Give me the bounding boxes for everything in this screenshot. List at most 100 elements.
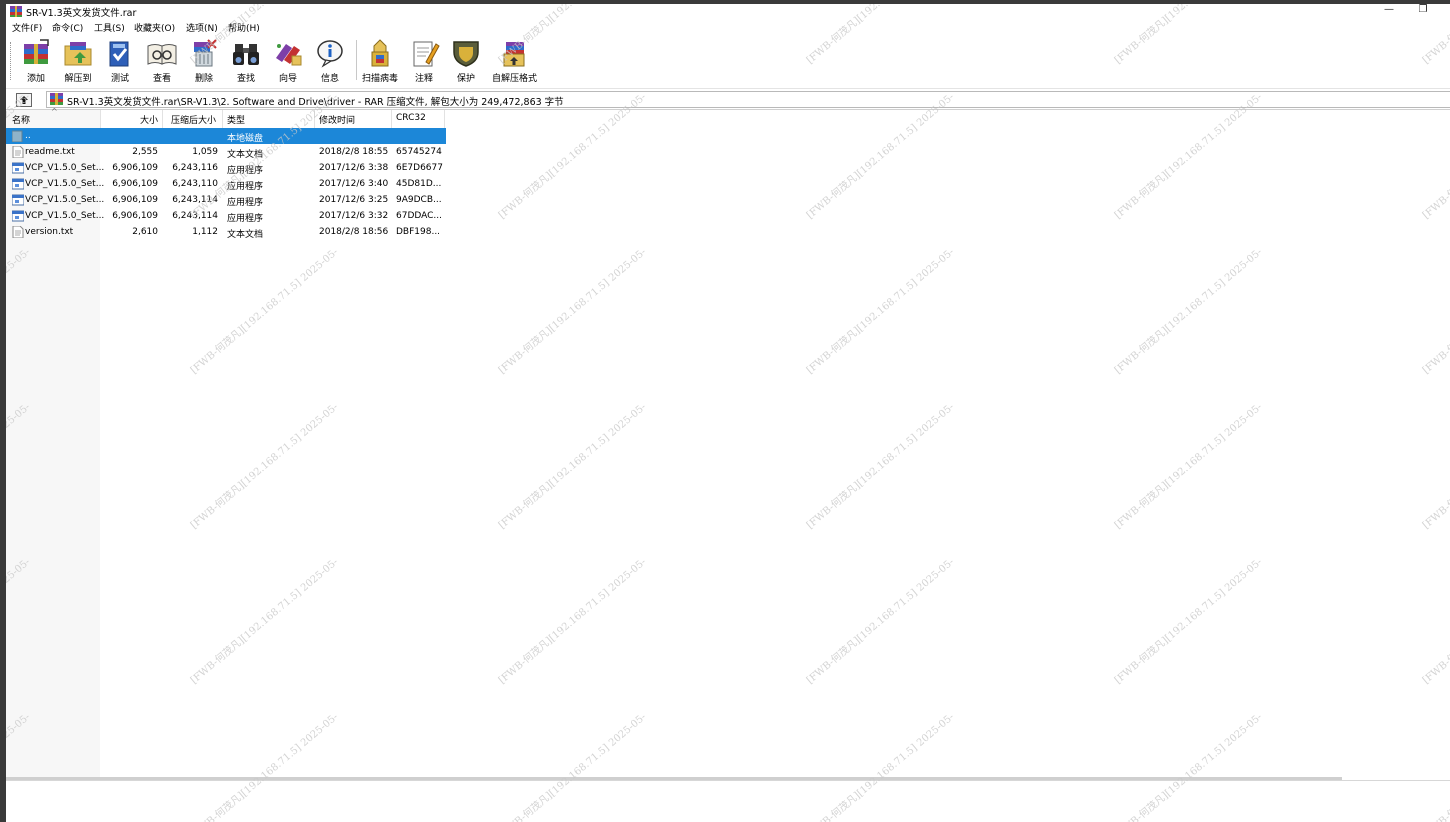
file-packed: 6,243,114 <box>172 195 218 205</box>
file-modified: 2017/12/6 3:32 <box>319 211 389 221</box>
file-name: VCP_V1.5.0_Set... <box>25 211 105 221</box>
file-packed: 1,112 <box>192 227 218 237</box>
extract-to-icon <box>64 42 92 66</box>
add-label: 添加 <box>26 74 45 84</box>
file-size: 6,906,109 <box>112 163 158 173</box>
file-row[interactable]: VCP_V1.5.0_Set... 6,906,109 6,243,114 应用程序 2… <box>6 192 446 208</box>
file-packed: 6,243,116 <box>172 163 218 173</box>
winrar-window: SR-V1.3英文发货文件.rar — ❐ 文件(F) 命令(C) 工具(S) … <box>6 4 1450 822</box>
file-modified: 2017/12/6 3:40 <box>319 179 389 189</box>
toolbar: 添加 解压到 测试 查看 删除 查找 向导 信息 扫描病毒 注释 保护 自解压格… <box>6 36 1450 88</box>
file-packed: 6,243,114 <box>172 211 218 221</box>
column-divider[interactable] <box>444 110 445 128</box>
delete-label: 删除 <box>194 74 213 84</box>
column-header-size[interactable]: 大小 <box>100 113 158 126</box>
find-binoculars-icon <box>233 44 259 65</box>
file-crc: 6E7D6677 <box>396 163 443 173</box>
path-field[interactable]: SR-V1.3英文发货文件.rar\SR-V1.3\2. Software an… <box>46 91 1450 108</box>
menu-help[interactable]: 帮助(H) <box>228 21 260 34</box>
file-row[interactable]: VCP_V1.5.0_Set... 6,906,109 6,243,110 应用程序 2… <box>6 176 446 192</box>
file-row[interactable]: version.txt 2,610 1,112 文本文档 2018/2/8 18:56 D… <box>6 224 446 240</box>
test-icon <box>109 41 129 67</box>
list-header: 名称 ^ 大小 压缩后大小 类型 修改时间 CRC32 <box>6 107 446 128</box>
comment-button[interactable]: 注释 <box>402 38 446 84</box>
extract-to-label: 解压到 <box>64 74 92 84</box>
sfx-icon <box>503 42 525 67</box>
test-label: 测试 <box>110 74 129 84</box>
file-modified: 2018/2/8 18:55 <box>319 147 389 157</box>
view-button[interactable]: 查看 <box>140 38 184 84</box>
file-packed: 6,243,110 <box>172 179 218 189</box>
file-type: 应用程序 <box>227 182 264 192</box>
column-divider[interactable] <box>314 110 315 128</box>
file-row[interactable]: VCP_V1.5.0_Set... 6,906,109 6,243,114 应用程序 2… <box>6 208 446 224</box>
file-size: 2,610 <box>132 227 158 237</box>
virus-scan-icon <box>371 39 389 67</box>
up-folder-button[interactable] <box>16 93 32 107</box>
address-bar: SR-V1.3英文发货文件.rar\SR-V1.3\2. Software an… <box>6 88 1450 110</box>
protect-button[interactable]: 保护 <box>444 38 488 84</box>
file-row[interactable]: readme.txt 2,555 1,059 文本文档 2018/2/8 18:55 65… <box>6 144 446 160</box>
executable-file-icon <box>12 178 24 190</box>
file-name: version.txt <box>25 227 74 237</box>
file-crc: 9A9DCB... <box>396 195 442 205</box>
column-divider[interactable] <box>162 110 163 128</box>
wizard-label: 向导 <box>278 74 297 84</box>
sfx-button[interactable]: 自解压格式 <box>492 38 537 84</box>
window-title: SR-V1.3英文发货文件.rar <box>26 8 137 19</box>
delete-button[interactable]: 删除 <box>182 38 226 84</box>
find-label: 查找 <box>236 74 255 84</box>
info-icon <box>317 40 343 68</box>
column-header-modified[interactable]: 修改时间 <box>319 113 355 126</box>
text-file-icon <box>12 226 24 238</box>
column-divider[interactable] <box>222 110 223 128</box>
wizard-button[interactable]: 向导 <box>266 38 310 84</box>
menu-favorites[interactable]: 收藏夹(O) <box>134 21 175 34</box>
add-button[interactable]: 添加 <box>14 38 58 84</box>
parent-folder-icon <box>12 130 23 142</box>
protect-label: 保护 <box>456 74 475 84</box>
file-crc: 65745274 <box>396 147 442 157</box>
text-file-icon <box>12 146 24 158</box>
test-button[interactable]: 测试 <box>98 38 142 84</box>
extract-to-button[interactable]: 解压到 <box>56 38 100 84</box>
file-modified: 2017/12/6 3:25 <box>319 195 389 205</box>
comment-icon <box>413 41 440 67</box>
restore-button[interactable]: ❐ <box>1412 4 1434 18</box>
protect-shield-icon <box>453 41 479 67</box>
file-type: 文本文档 <box>227 150 264 160</box>
winrar-app-icon <box>10 6 22 17</box>
file-size: 6,906,109 <box>112 195 158 205</box>
file-crc: 67DDAC... <box>396 211 443 221</box>
column-divider[interactable] <box>391 110 392 128</box>
menu-commands[interactable]: 命令(C) <box>52 21 83 34</box>
wizard-icon <box>276 44 302 66</box>
column-header-type[interactable]: 类型 <box>227 113 245 126</box>
find-button[interactable]: 查找 <box>224 38 268 84</box>
column-header-name[interactable]: 名称 <box>12 113 30 126</box>
column-header-packed[interactable]: 压缩后大小 <box>171 113 216 126</box>
file-row[interactable]: .. 本地磁盘 <box>6 128 446 144</box>
info-button[interactable]: 信息 <box>308 38 352 84</box>
view-label: 查看 <box>152 74 171 84</box>
file-name: .. <box>25 131 31 141</box>
column-header-crc[interactable]: CRC32 <box>396 113 426 123</box>
info-label: 信息 <box>320 74 339 84</box>
menu-file[interactable]: 文件(F) <box>12 21 42 34</box>
virus-scan-button[interactable]: 扫描病毒 <box>358 38 402 84</box>
menu-tools[interactable]: 工具(S) <box>94 21 125 34</box>
file-modified: 2017/12/6 3:38 <box>319 163 389 173</box>
file-name: VCP_V1.5.0_Set... <box>25 195 105 205</box>
file-type: 应用程序 <box>227 198 264 208</box>
file-row[interactable]: VCP_V1.5.0_Set... 6,906,109 6,243,116 应用程序 2… <box>6 160 446 176</box>
file-size: 2,555 <box>132 147 158 157</box>
minimize-button[interactable]: — <box>1378 4 1400 18</box>
executable-file-icon <box>12 210 24 222</box>
delete-icon <box>194 39 217 67</box>
file-crc: DBF198... <box>396 227 441 237</box>
file-crc: 45D81D... <box>396 179 442 189</box>
file-type: 本地磁盘 <box>227 134 264 144</box>
file-size: 6,906,109 <box>112 179 158 189</box>
file-type: 文本文档 <box>227 230 264 240</box>
menu-options[interactable]: 选项(N) <box>186 21 218 34</box>
